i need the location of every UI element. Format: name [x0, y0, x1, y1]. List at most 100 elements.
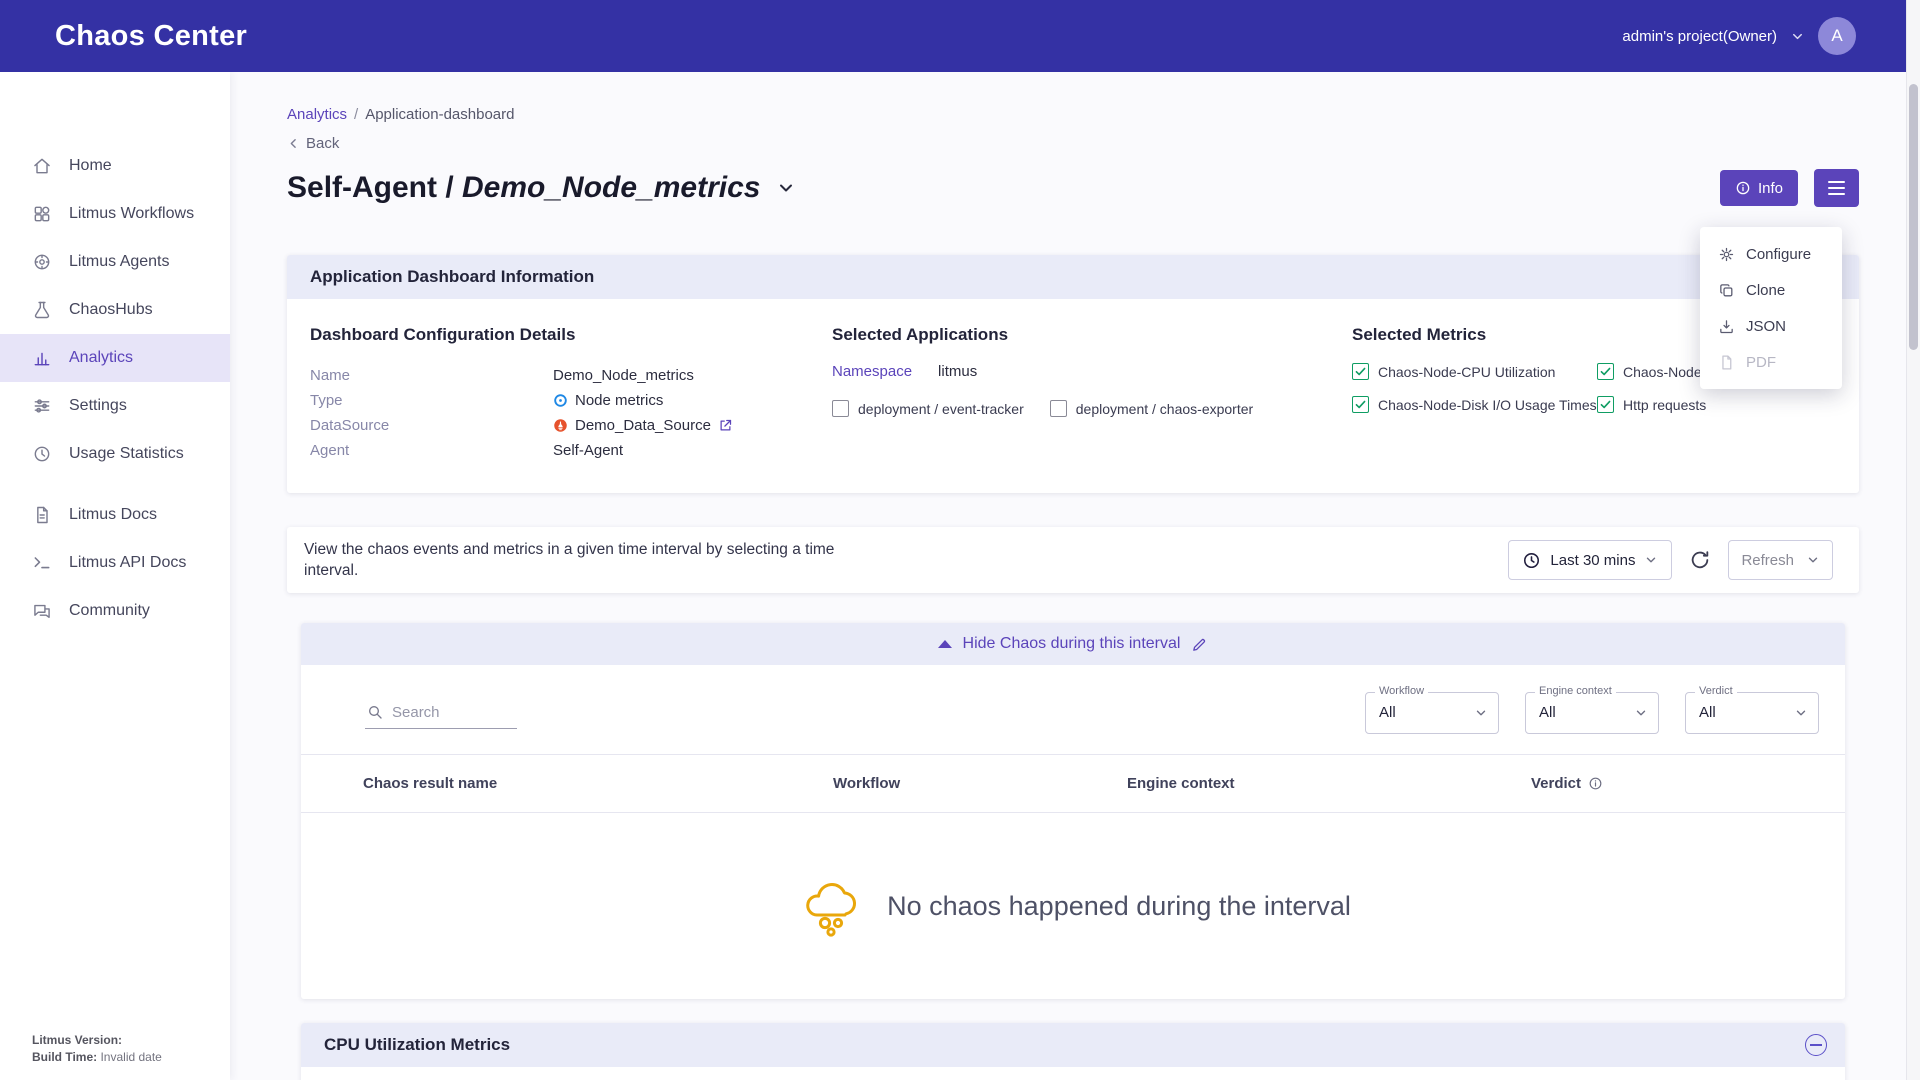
- workflow-filter-select[interactable]: Workflow All: [1365, 692, 1499, 734]
- version-info: Litmus Version: Build Time: Invalid date: [32, 1032, 162, 1066]
- time-range-select[interactable]: Last 30 mins: [1508, 540, 1672, 580]
- search-field: [365, 697, 517, 729]
- user-avatar[interactable]: A: [1818, 17, 1856, 55]
- config-label: Type: [310, 388, 553, 413]
- vertical-scrollbar[interactable]: [1906, 0, 1920, 1080]
- caret-up-icon: [938, 640, 952, 648]
- config-row-type: Type Node metrics: [310, 388, 832, 413]
- sidebar-item-chaoshubs[interactable]: ChaosHubs: [0, 286, 230, 334]
- breadcrumb-analytics-link[interactable]: Analytics: [287, 106, 347, 123]
- namespace-label: Namespace: [832, 363, 912, 380]
- sidebar-item-label: Home: [69, 157, 112, 175]
- back-button[interactable]: Back: [287, 135, 339, 152]
- hide-chaos-toggle[interactable]: Hide Chaos during this interval: [301, 623, 1845, 665]
- sidebar-item-label: ChaosHubs: [69, 301, 153, 319]
- chaoshubs-icon: [32, 300, 52, 320]
- sidebar-item-settings[interactable]: Settings: [0, 382, 230, 430]
- verdict-info-icon[interactable]: [1588, 776, 1603, 791]
- menu-item-label: Configure: [1746, 246, 1811, 263]
- column-workflow: Workflow: [833, 775, 1127, 792]
- external-link-icon[interactable]: [718, 418, 733, 433]
- workflow-filter-value: All: [1379, 704, 1396, 721]
- analytics-icon: [32, 348, 52, 368]
- column-verdict: Verdict: [1531, 775, 1581, 792]
- sidebar-item-litmus-docs[interactable]: Litmus Docs: [0, 491, 230, 539]
- sidebar-item-label: Litmus API Docs: [69, 554, 186, 572]
- title-agent: Self-Agent /: [287, 171, 462, 204]
- verdict-filter-select[interactable]: Verdict All: [1685, 692, 1819, 734]
- project-chevron-down-icon[interactable]: [1790, 29, 1805, 44]
- project-selector-label[interactable]: admin's project(Owner): [1622, 28, 1777, 45]
- sidebar-item-litmus-agents[interactable]: Litmus Agents: [0, 238, 230, 286]
- dashboard-menu-button[interactable]: [1814, 169, 1859, 207]
- settings-icon: [32, 396, 52, 416]
- search-input[interactable]: [392, 704, 502, 721]
- refresh-interval-select[interactable]: Refresh: [1728, 540, 1833, 580]
- checkbox-checked[interactable]: [1352, 363, 1369, 380]
- info-button[interactable]: Info: [1720, 170, 1798, 206]
- sidebar-item-label: Community: [69, 602, 150, 620]
- config-row-name: Name Demo_Node_metrics: [310, 363, 832, 388]
- checkbox-label: Chaos-Node-Disk I/O Usage Times: [1378, 397, 1597, 413]
- config-row-agent: Agent Self-Agent: [310, 438, 832, 463]
- engine-context-filter-value: All: [1539, 704, 1556, 721]
- workflows-icon: [32, 204, 52, 224]
- cpu-metrics-title: CPU Utilization Metrics: [324, 1035, 510, 1055]
- sync-refresh-button[interactable]: [1689, 549, 1711, 571]
- edit-pencil-icon[interactable]: [1191, 636, 1208, 653]
- scrollbar-thumb[interactable]: [1909, 84, 1918, 350]
- collapse-panel-button[interactable]: [1805, 1034, 1827, 1056]
- sidebar-item-label: Litmus Agents: [69, 253, 170, 271]
- menu-item-clone[interactable]: Clone: [1700, 272, 1842, 308]
- verdict-filter-label: Verdict: [1695, 685, 1737, 697]
- engine-context-filter-select[interactable]: Engine context All: [1525, 692, 1659, 734]
- sidebar-item-analytics[interactable]: Analytics: [0, 334, 230, 382]
- sidebar-item-home[interactable]: Home: [0, 142, 230, 190]
- checkbox-label: Chaos-Node-CPU Utilization: [1378, 364, 1555, 380]
- column-engine-context: Engine context: [1127, 775, 1531, 792]
- menu-item-label: Clone: [1746, 282, 1785, 299]
- menu-item-json[interactable]: JSON: [1700, 308, 1842, 344]
- checkbox-unchecked[interactable]: [1050, 400, 1067, 417]
- engine-context-filter-label: Engine context: [1535, 685, 1616, 697]
- chevron-left-icon: [287, 137, 300, 150]
- checkbox-label: deployment / chaos-exporter: [1076, 401, 1253, 417]
- checkbox-checked[interactable]: [1352, 396, 1369, 413]
- config-label: DataSource: [310, 413, 553, 438]
- checkbox-checked[interactable]: [1597, 396, 1614, 413]
- dashboard-switcher-chevron-icon[interactable]: [776, 178, 796, 198]
- menu-item-configure[interactable]: Configure: [1700, 236, 1842, 272]
- agents-icon: [32, 252, 52, 272]
- title-dashboard-name: Demo_Node_metrics: [462, 171, 760, 204]
- sidebar-item-label: Analytics: [69, 349, 133, 367]
- refresh-cycle-icon: [1689, 549, 1711, 571]
- empty-state-text: No chaos happened during the interval: [887, 891, 1351, 922]
- checkbox-unchecked[interactable]: [832, 400, 849, 417]
- hide-chaos-label: Hide Chaos during this interval: [963, 635, 1181, 653]
- chevron-down-icon: [1794, 706, 1808, 720]
- metric-checkbox-disk-times: Chaos-Node-Disk I/O Usage Times: [1352, 396, 1597, 413]
- chaos-table-header: Chaos result name Workflow Engine contex…: [301, 755, 1845, 813]
- sidebar-item-litmus-workflows[interactable]: Litmus Workflows: [0, 190, 230, 238]
- back-label: Back: [306, 135, 339, 152]
- prometheus-icon: [553, 418, 568, 433]
- sidebar-item-community[interactable]: Community: [0, 587, 230, 635]
- application-checkbox-chaos-exporter: deployment / chaos-exporter: [1050, 400, 1253, 417]
- menu-item-pdf: PDF: [1700, 344, 1842, 380]
- file-icon: [1718, 354, 1735, 371]
- node-metrics-icon: [553, 393, 568, 408]
- time-interval-description: View the chaos events and metrics in a g…: [304, 539, 864, 581]
- config-label: Name: [310, 363, 553, 388]
- gear-icon: [1718, 246, 1735, 263]
- checkbox-checked[interactable]: [1597, 363, 1614, 380]
- page-title: Self-Agent / Demo_Node_metrics: [287, 171, 760, 205]
- home-icon: [32, 156, 52, 176]
- column-chaos-result-name: Chaos result name: [363, 775, 833, 792]
- workflow-filter-label: Workflow: [1375, 685, 1428, 697]
- docs-icon: [32, 505, 52, 525]
- clock-icon: [1522, 551, 1541, 570]
- sidebar-item-litmus-api-docs[interactable]: Litmus API Docs: [0, 539, 230, 587]
- namespace-value: litmus: [938, 363, 977, 380]
- sidebar-item-label: Litmus Docs: [69, 506, 157, 524]
- sidebar-item-usage-statistics[interactable]: Usage Statistics: [0, 430, 230, 478]
